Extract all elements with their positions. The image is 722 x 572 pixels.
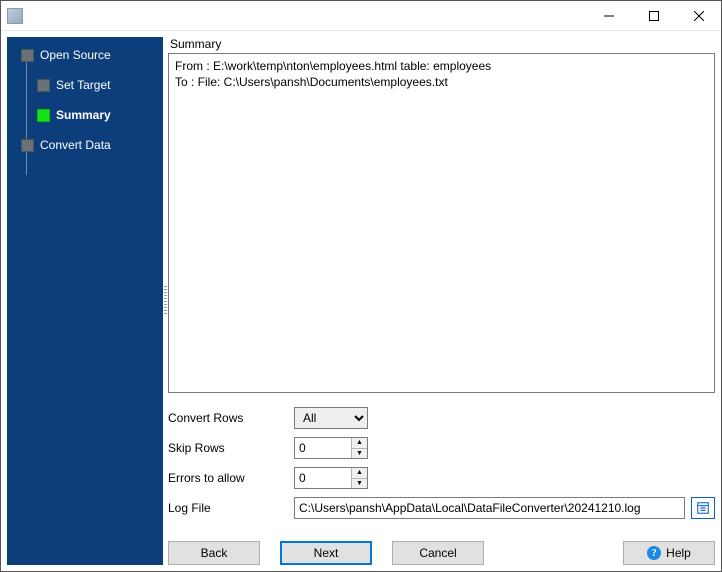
errors-stepper[interactable]: ▲ ▼ bbox=[294, 467, 368, 489]
titlebar bbox=[1, 1, 721, 31]
help-icon: ? bbox=[647, 546, 661, 560]
errors-input[interactable] bbox=[295, 468, 351, 488]
convert-rows-label: Convert Rows bbox=[168, 411, 294, 425]
window-controls bbox=[586, 1, 721, 30]
skip-rows-input[interactable] bbox=[295, 438, 351, 458]
skip-rows-stepper[interactable]: ▲ ▼ bbox=[294, 437, 368, 459]
wizard-step-open-source[interactable]: Open Source bbox=[21, 48, 159, 62]
wizard-step-convert-data[interactable]: Convert Data bbox=[21, 138, 159, 152]
errors-up[interactable]: ▲ bbox=[352, 468, 367, 479]
log-file-input[interactable] bbox=[294, 497, 685, 519]
next-button[interactable]: Next bbox=[280, 541, 372, 565]
wizard-step-summary[interactable]: Summary bbox=[37, 108, 159, 122]
skip-rows-down[interactable]: ▼ bbox=[352, 449, 367, 459]
step-box-icon bbox=[21, 49, 34, 62]
convert-rows-select[interactable]: All bbox=[294, 407, 368, 429]
wizard-footer: Back Next Cancel ? Help bbox=[168, 541, 715, 565]
step-label: Summary bbox=[56, 108, 111, 122]
skip-rows-up[interactable]: ▲ bbox=[352, 438, 367, 449]
errors-label: Errors to allow bbox=[168, 471, 294, 485]
wizard-sidebar: Open Source Set Target Summary Convert Data bbox=[7, 37, 163, 565]
minimize-button[interactable] bbox=[586, 1, 631, 30]
options-form: Convert Rows All Skip Rows ▲ ▼ Errors to… bbox=[168, 407, 715, 527]
summary-label: Summary bbox=[170, 37, 715, 51]
help-button[interactable]: ? Help bbox=[623, 541, 715, 565]
cancel-button[interactable]: Cancel bbox=[392, 541, 484, 565]
log-file-label: Log File bbox=[168, 501, 294, 515]
skip-rows-label: Skip Rows bbox=[168, 441, 294, 455]
step-box-icon bbox=[21, 139, 34, 152]
help-label: Help bbox=[666, 546, 691, 560]
back-button[interactable]: Back bbox=[168, 541, 260, 565]
wizard-step-set-target[interactable]: Set Target bbox=[37, 78, 159, 92]
app-icon bbox=[7, 8, 23, 24]
step-label: Convert Data bbox=[40, 138, 111, 152]
main-panel: Summary From : E:\work\temp\nton\employe… bbox=[168, 37, 715, 565]
maximize-button[interactable] bbox=[631, 1, 676, 30]
step-label: Set Target bbox=[56, 78, 110, 92]
close-button[interactable] bbox=[676, 1, 721, 30]
errors-down[interactable]: ▼ bbox=[352, 479, 367, 489]
step-label: Open Source bbox=[40, 48, 111, 62]
step-box-icon bbox=[37, 109, 50, 122]
tree-line bbox=[26, 57, 27, 175]
step-box-icon bbox=[37, 79, 50, 92]
summary-text[interactable]: From : E:\work\temp\nton\employees.html … bbox=[168, 53, 715, 393]
log-file-browse-button[interactable] bbox=[691, 497, 715, 519]
